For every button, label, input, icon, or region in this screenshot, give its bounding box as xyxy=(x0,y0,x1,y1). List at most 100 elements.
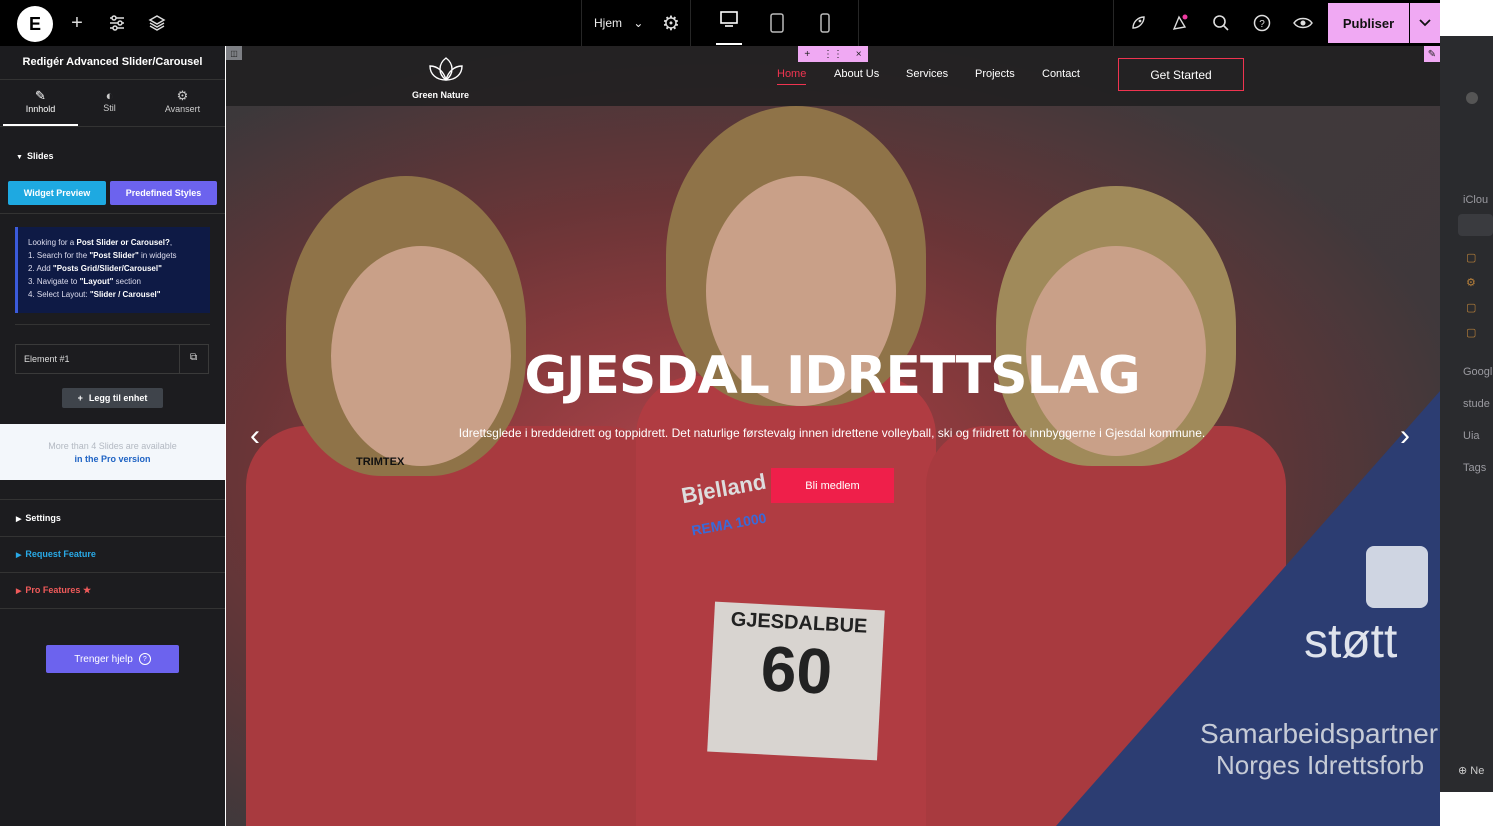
finder-selected-row[interactable] xyxy=(1458,214,1493,236)
section-slides-toggle[interactable]: ▼ Slides xyxy=(16,151,53,161)
section-pro-features-label: Pro Features xyxy=(25,585,81,595)
nav-contact[interactable]: Contact xyxy=(1042,68,1080,80)
add-element-icon[interactable]: + xyxy=(65,11,89,35)
site-brand-name[interactable]: Green Nature xyxy=(412,90,469,100)
chevron-down-icon: ⌄ xyxy=(633,16,644,30)
divider xyxy=(1113,0,1114,46)
repeater-item-label: Element #1 xyxy=(24,354,70,364)
info-line: 1. Search for the "Post Slider" in widge… xyxy=(28,251,177,260)
section-handle[interactable]: + ⋮⋮ × xyxy=(798,46,868,62)
slider-prev-arrow-icon[interactable]: ‹ xyxy=(250,419,260,453)
window-control-icon xyxy=(1466,92,1478,104)
tab-style[interactable]: ◐ Stil xyxy=(72,80,147,126)
predefined-styles-button[interactable]: Predefined Styles xyxy=(110,181,217,205)
edit-widget-pencil-icon[interactable]: ✎ xyxy=(1424,46,1440,62)
caret-right-icon: ▶ xyxy=(16,588,22,595)
nav-services[interactable]: Services xyxy=(906,68,948,80)
column-handle-icon[interactable]: ◫ xyxy=(226,46,242,60)
panel-tabs: ✎ Innhold ◐ Stil ⚙ Avansert xyxy=(0,79,225,127)
drag-handle-icon[interactable]: ⋮⋮ xyxy=(823,49,843,60)
section-pro-features-toggle[interactable]: ▶ Pro Features ★ xyxy=(16,585,91,596)
finder-sidebar-item[interactable]: Googl xyxy=(1463,366,1493,378)
elementor-logo-button[interactable]: E xyxy=(17,6,53,42)
notifications-icon[interactable] xyxy=(1168,11,1192,35)
background-window-top xyxy=(1440,0,1493,36)
plus-icon: + xyxy=(77,393,83,403)
plus-circle-icon: ⊕ xyxy=(1458,765,1468,777)
section-settings-label: Settings xyxy=(25,513,61,523)
contrast-icon: ◐ xyxy=(105,88,114,103)
partner-line-1: Samarbeidspartner xyxy=(1200,718,1439,749)
get-started-button[interactable]: Get Started xyxy=(1118,58,1244,91)
editor-panel: Redigér Advanced Slider/Carousel ✎ Innho… xyxy=(0,46,225,826)
folder-icon: ▢ xyxy=(1466,302,1477,314)
svg-text:?: ? xyxy=(1259,19,1265,30)
duplicate-icon[interactable]: ⧉ xyxy=(190,352,197,363)
leaf-logo-icon[interactable] xyxy=(426,54,466,87)
caret-down-icon: ▼ xyxy=(16,154,23,161)
divider xyxy=(0,572,225,573)
structure-layers-icon[interactable] xyxy=(145,11,169,35)
need-help-button[interactable]: Trenger hjelp? xyxy=(46,645,179,673)
divider xyxy=(690,0,691,46)
page-settings-gear-icon[interactable]: ⚙ xyxy=(659,11,683,35)
new-item-button[interactable]: ⊕ Ne xyxy=(1458,764,1488,777)
page-select[interactable]: Hjem ⌄ xyxy=(594,16,643,30)
tab-advanced[interactable]: ⚙ Avansert xyxy=(145,80,220,126)
desktop-view-icon[interactable] xyxy=(716,10,742,45)
help-circle-icon: ? xyxy=(138,653,151,665)
rocket-icon[interactable] xyxy=(1126,11,1150,35)
partner-word: støtt xyxy=(1304,615,1398,668)
pro-upsell-box: More than 4 Slides are available in the … xyxy=(0,424,225,480)
folder-icon: ▢ xyxy=(1466,327,1477,339)
tab-style-label: Stil xyxy=(103,103,116,113)
info-line: 2. Add "Posts Grid/Slider/Carousel" xyxy=(28,264,162,273)
section-settings-toggle[interactable]: ▶ Settings xyxy=(16,513,61,523)
publish-button[interactable]: Publiser xyxy=(1328,3,1409,43)
section-request-feature-label: Request Feature xyxy=(25,549,96,559)
nav-projects[interactable]: Projects xyxy=(975,68,1015,80)
tablet-view-icon[interactable] xyxy=(765,11,789,35)
need-help-label: Trenger hjelp xyxy=(74,653,133,665)
info-notice: Looking for a Post Slider or Carousel?, … xyxy=(15,227,210,313)
join-button[interactable]: Bli medlem xyxy=(771,468,894,503)
background-finder-window: iClou ▢ ⚙ ▢ ▢ Googl stude Uia Tags ⊕ Ne xyxy=(1440,36,1493,792)
tab-content-label: Innhold xyxy=(25,104,56,114)
caret-right-icon: ▶ xyxy=(16,552,22,559)
partner-logo-icon xyxy=(1366,546,1428,608)
mobile-view-icon[interactable] xyxy=(813,11,837,35)
publish-options-chevron-icon[interactable] xyxy=(1410,3,1440,43)
pro-upsell-text: More than 4 Slides are available xyxy=(48,441,177,451)
search-icon[interactable] xyxy=(1209,11,1233,35)
finder-sidebar-item[interactable]: Uia xyxy=(1463,430,1493,442)
nav-about-us[interactable]: About Us xyxy=(834,68,879,80)
hero-subtitle: Idrettsglede i breddeidrett og toppidret… xyxy=(458,426,1206,440)
add-item-label: Legg til enhet xyxy=(88,393,148,403)
hero-title: GJESDAL IDRETTSLAG xyxy=(524,346,1140,406)
help-icon[interactable]: ? xyxy=(1250,11,1274,35)
slider-next-arrow-icon[interactable]: › xyxy=(1400,419,1410,453)
divider xyxy=(858,0,859,46)
section-request-feature-toggle[interactable]: ▶ Request Feature xyxy=(16,549,96,559)
section-slides-label: Slides xyxy=(26,151,54,161)
site-settings-icon[interactable] xyxy=(105,11,129,35)
star-icon: ★ xyxy=(82,585,92,595)
tab-content[interactable]: ✎ Innhold xyxy=(3,80,78,126)
widget-preview-button[interactable]: Widget Preview xyxy=(8,181,106,205)
add-item-button[interactable]: + Legg til enhet xyxy=(62,388,163,408)
preview-eye-icon[interactable] xyxy=(1291,11,1315,35)
nav-home[interactable]: Home xyxy=(777,68,807,85)
repeater-item[interactable]: Element #1 ⧉ xyxy=(15,344,209,374)
partner-line-2: Norges Idrettsforb xyxy=(1216,750,1425,780)
info-line: 4. Select Layout: "Slider / Carousel" xyxy=(28,290,161,299)
panel-title: Redigér Advanced Slider/Carousel xyxy=(22,56,203,68)
pencil-icon: ✎ xyxy=(35,88,46,103)
delete-section-icon[interactable]: × xyxy=(856,49,862,60)
pro-version-link[interactable]: Pro version xyxy=(101,454,151,464)
divider xyxy=(0,213,225,214)
finder-sidebar-item[interactable]: stude xyxy=(1463,398,1493,410)
gear-icon: ⚙ xyxy=(1466,277,1476,289)
add-section-icon[interactable]: + xyxy=(804,49,810,60)
editor-topbar: E + Hjem ⌄ ⚙ ? Publiser xyxy=(0,0,1440,46)
tab-advanced-label: Avansert xyxy=(164,104,201,114)
